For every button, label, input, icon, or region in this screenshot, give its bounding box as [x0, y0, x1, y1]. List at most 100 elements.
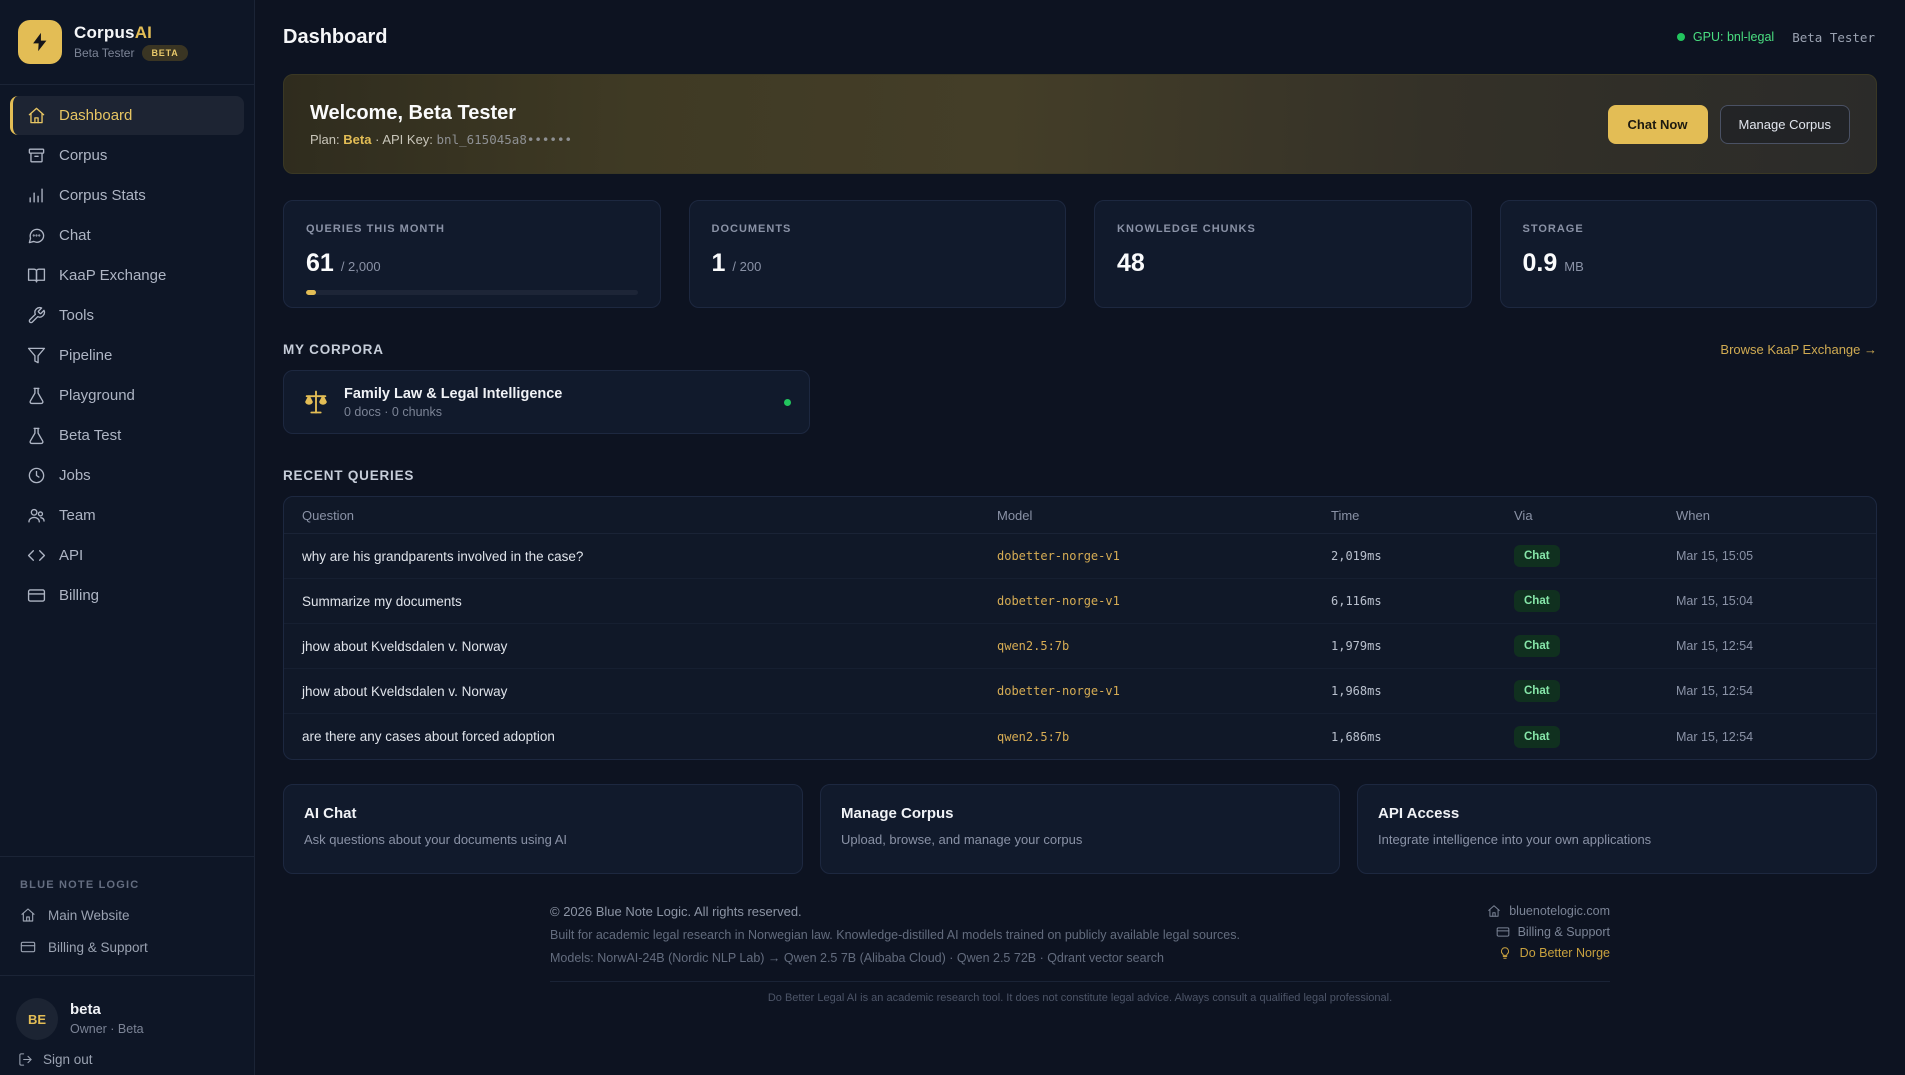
queries-progress-track: [306, 290, 638, 295]
book-open-icon: [27, 266, 46, 285]
quick-cards-row: AI Chat Ask questions about your documen…: [283, 784, 1877, 874]
table-row[interactable]: why are his grandparents involved in the…: [284, 534, 1876, 579]
home-icon: [1487, 904, 1501, 918]
welcome-banner: Welcome, Beta Tester Plan: Beta · API Ke…: [283, 74, 1877, 174]
home-icon: [20, 907, 36, 923]
queries-count: 61: [306, 249, 334, 278]
sidebar-item-beta-test[interactable]: Beta Test: [10, 416, 244, 455]
sidebar-item-corpus-stats[interactable]: Corpus Stats: [10, 176, 244, 215]
sidebar-item-playground[interactable]: Playground: [10, 376, 244, 415]
sidebar-nav: Dashboard Corpus Corpus Stats Chat KaaP …: [0, 95, 254, 616]
wrench-icon: [27, 306, 46, 325]
sidebar: CorpusAI Beta Tester BETA Dashboard Corp…: [0, 0, 255, 1075]
gpu-status: GPU: bnl-legal: [1677, 30, 1774, 44]
recent-queries-table: Question Model Time Via When why are his…: [283, 496, 1877, 760]
stat-card-queries: QUERIES THIS MONTH 61/ 2,000: [283, 200, 661, 308]
my-corpora-heading: MY CORPORA: [283, 342, 384, 357]
avatar: BE: [16, 998, 58, 1040]
sidebar-item-jobs[interactable]: Jobs: [10, 456, 244, 495]
sidebar-item-chat[interactable]: Chat: [10, 216, 244, 255]
table-header-row: Question Model Time Via When: [284, 497, 1876, 534]
sidebar-item-team[interactable]: Team: [10, 496, 244, 535]
archive-icon: [27, 146, 46, 165]
user-role: Owner · Beta: [70, 1022, 144, 1036]
brand-subtitle: Beta Tester: [74, 46, 134, 60]
sidebar-item-api[interactable]: API: [10, 536, 244, 575]
divider: [0, 84, 254, 85]
recent-queries-heading: RECENT QUERIES: [283, 468, 414, 483]
divider: [0, 856, 254, 857]
lightbulb-icon: [1498, 946, 1512, 960]
home-icon: [27, 106, 46, 125]
chat-bubble-icon: [27, 226, 46, 245]
divider: [0, 975, 254, 976]
chunks-count: 48: [1117, 249, 1145, 278]
brand-name: CorpusAI: [74, 23, 188, 43]
table-row[interactable]: jhow about Kveldsdalen v. Norway qwen2.5…: [284, 624, 1876, 669]
sidebar-item-corpus[interactable]: Corpus: [10, 136, 244, 175]
sidebar-item-pipeline[interactable]: Pipeline: [10, 336, 244, 375]
via-badge: Chat: [1514, 726, 1560, 748]
corpus-name: Family Law & Legal Intelligence: [344, 386, 770, 401]
col-time: Time: [1331, 508, 1514, 523]
credit-card-icon: [27, 586, 46, 605]
app-root: CorpusAI Beta Tester BETA Dashboard Corp…: [0, 0, 1905, 1075]
documents-count: 1: [712, 249, 726, 278]
billing-support-link[interactable]: Billing & Support: [0, 931, 254, 963]
sidebar-item-tools[interactable]: Tools: [10, 296, 244, 335]
brand: CorpusAI Beta Tester BETA: [0, 0, 254, 80]
copyright: © 2026 Blue Note Logic. All rights reser…: [550, 904, 1240, 919]
table-row[interactable]: are there any cases about forced adoptio…: [284, 714, 1876, 759]
footer-description: Built for academic legal research in Nor…: [550, 928, 1240, 942]
footer-link-billing[interactable]: Billing & Support: [1496, 925, 1610, 939]
table-row[interactable]: jhow about Kveldsdalen v. Norway dobette…: [284, 669, 1876, 714]
manage-corpus-button[interactable]: Manage Corpus: [1720, 105, 1851, 144]
corpus-status-dot-icon: [784, 399, 791, 406]
funnel-icon: [27, 346, 46, 365]
flask-icon: [27, 426, 46, 445]
code-icon: [27, 546, 46, 565]
col-model: Model: [997, 508, 1331, 523]
table-row[interactable]: Summarize my documents dobetter-norge-v1…: [284, 579, 1876, 624]
sidebar-item-billing[interactable]: Billing: [10, 576, 244, 615]
sidebar-item-kaap-exchange[interactable]: KaaP Exchange: [10, 256, 244, 295]
org-label: BLUE NOTE LOGIC: [0, 867, 254, 899]
plan-api-line: Plan: Beta · API Key: bnl_615045a8••••••: [310, 132, 572, 147]
api-key-masked: bnl_615045a8••••••: [437, 132, 572, 147]
bar-chart-icon: [27, 186, 46, 205]
stat-card-chunks: KNOWLEDGE CHUNKS 48: [1094, 200, 1472, 308]
logout-icon: [18, 1052, 33, 1067]
storage-value: 0.9: [1523, 249, 1558, 278]
sidebar-bottom: BLUE NOTE LOGIC Main Website Billing & S…: [0, 852, 254, 1075]
footer-link-website[interactable]: bluenotelogic.com: [1487, 904, 1610, 918]
col-via: Via: [1514, 508, 1676, 523]
via-badge: Chat: [1514, 545, 1560, 567]
col-when: When: [1676, 508, 1858, 523]
main-content: Dashboard GPU: bnl-legal Beta Tester Wel…: [255, 0, 1905, 1075]
welcome-title: Welcome, Beta Tester: [310, 102, 572, 125]
sidebar-item-dashboard[interactable]: Dashboard: [10, 96, 244, 135]
ai-chat-card[interactable]: AI Chat Ask questions about your documen…: [283, 784, 803, 874]
sign-out-button[interactable]: Sign out: [0, 1042, 254, 1067]
manage-corpus-card[interactable]: Manage Corpus Upload, browse, and manage…: [820, 784, 1340, 874]
col-question: Question: [302, 508, 997, 523]
scales-icon: [302, 388, 330, 416]
footer: © 2026 Blue Note Logic. All rights reser…: [550, 904, 1610, 1004]
browse-kaap-exchange-link[interactable]: Browse KaaP Exchange →: [1720, 342, 1877, 357]
footer-models: Models: NorwAI-24B (Nordic NLP Lab) → Qw…: [550, 951, 1240, 965]
queries-progress-fill: [306, 290, 316, 295]
main-website-link[interactable]: Main Website: [0, 899, 254, 931]
chat-now-button[interactable]: Chat Now: [1608, 105, 1708, 144]
corpus-card[interactable]: Family Law & Legal Intelligence 0 docs ·…: [283, 370, 810, 434]
flask-icon: [27, 386, 46, 405]
lightning-logo-icon: [18, 20, 62, 64]
credit-card-icon: [20, 939, 36, 955]
footer-link-do-better-norge[interactable]: Do Better Norge: [1498, 946, 1610, 960]
via-badge: Chat: [1514, 590, 1560, 612]
stat-card-documents: DOCUMENTS 1/ 200: [689, 200, 1067, 308]
page-title: Dashboard: [283, 26, 387, 49]
via-badge: Chat: [1514, 680, 1560, 702]
api-access-card[interactable]: API Access Integrate intelligence into y…: [1357, 784, 1877, 874]
stats-row: QUERIES THIS MONTH 61/ 2,000 DOCUMENTS 1…: [283, 200, 1877, 308]
status-dot-icon: [1677, 33, 1685, 41]
